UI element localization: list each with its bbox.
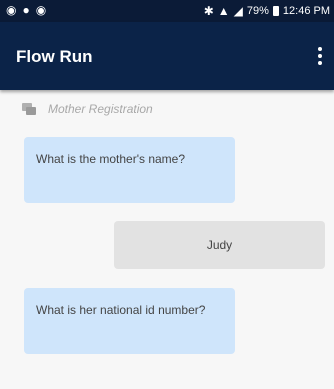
menu-dot	[318, 54, 322, 58]
location-icon: ●	[22, 3, 30, 17]
menu-dot	[318, 61, 322, 65]
status-left-icons: ◉ ● ◉	[6, 3, 46, 17]
battery-icon	[272, 6, 279, 16]
message-text: What is the mother's name?	[36, 152, 186, 166]
sync-icon: ◉	[35, 3, 47, 17]
incoming-message: What is the mother's name?	[24, 137, 235, 203]
status-right-icons: ✱ ▲ ◢ 79% 12:46 PM	[204, 4, 330, 18]
app-bar: Flow Run	[0, 22, 334, 90]
status-time: 12:46 PM	[282, 5, 330, 17]
message-text: Judy	[206, 238, 233, 252]
flow-name: Mother Registration	[48, 102, 153, 116]
more-vert-icon[interactable]	[312, 44, 328, 68]
menu-dot	[318, 47, 322, 51]
bluetooth-icon: ✱	[203, 4, 214, 18]
outgoing-message: Judy	[114, 221, 325, 269]
wifi-icon: ▲	[217, 4, 230, 18]
message-text: What is her national id number?	[36, 303, 206, 317]
status-bar: ◉ ● ◉ ✱ ▲ ◢ 79% 12:46 PM	[0, 0, 334, 22]
chat-icon	[22, 103, 36, 115]
page-title: Flow Run	[16, 47, 93, 66]
incoming-message: What is her national id number?	[24, 288, 235, 354]
signal-icon: ◢	[233, 4, 243, 18]
headset-icon: ◉	[6, 3, 17, 17]
battery-percent: 79%	[246, 5, 269, 17]
flow-header: Mother Registration	[22, 102, 153, 116]
